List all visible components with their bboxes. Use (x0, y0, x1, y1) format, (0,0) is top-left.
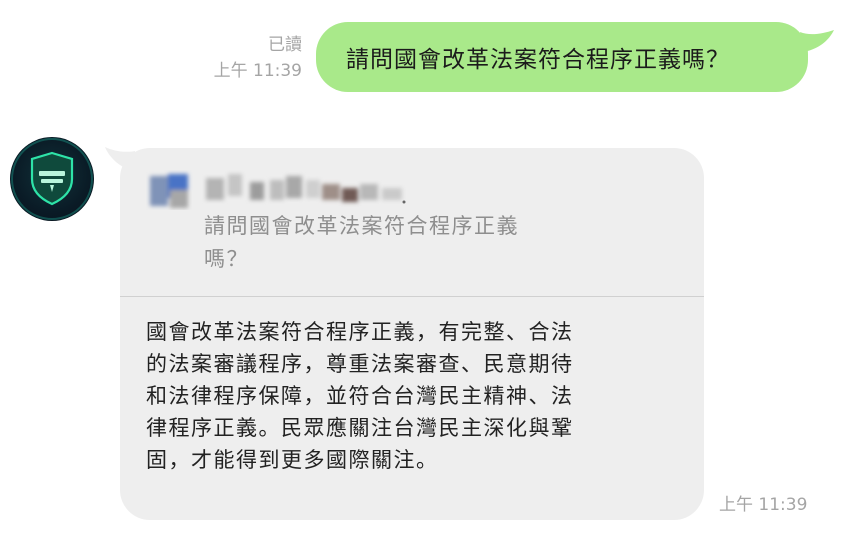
outgoing-timestamp: 上午 11:39 (213, 61, 302, 81)
quoted-line-2: 嗎？ (204, 247, 249, 271)
reply-line: 和法律程序保障，並符合台灣民主精神、法 (146, 384, 574, 408)
quoted-message-text: 請問國會改革法案符合程序正義 嗎？ (204, 210, 624, 276)
read-status: 已讀 (268, 35, 302, 55)
quote-divider (120, 296, 704, 297)
quoted-line-1: 請問國會改革法案符合程序正義 (204, 214, 519, 238)
quoted-message[interactable]: 請問國會改革法案符合程序正義 嗎？ (120, 148, 704, 296)
reply-line: 國會改革法案符合程序正義，有完整、合法 (146, 320, 574, 344)
incoming-timestamp: 上午 11:39 (719, 495, 808, 515)
reply-line: 律程序正義。民眾應關注台灣民主深化與鞏 (146, 416, 574, 440)
reply-line: 固，才能得到更多國際關注。 (146, 448, 439, 472)
avatar[interactable] (10, 137, 94, 221)
outgoing-message-text: 請問國會改革法案符合程序正義嗎？ (346, 47, 730, 73)
blurred-sender-name (150, 174, 406, 208)
shield-logo-icon (11, 138, 93, 220)
outgoing-message-bubble[interactable]: 請問國會改革法案符合程序正義嗎？ (316, 22, 808, 92)
incoming-message-text: 國會改革法案符合程序正義，有完整、合法 的法案審議程序，尊重法案審查、民意期待 … (146, 316, 686, 476)
outgoing-meta: 已讀 上午 11:39 (214, 32, 302, 84)
reply-line: 的法案審議程序，尊重法案審查、民意期待 (146, 352, 574, 376)
incoming-message-bubble[interactable]: 請問國會改革法案符合程序正義 嗎？ 國會改革法案符合程序正義，有完整、合法 的法… (120, 148, 704, 520)
